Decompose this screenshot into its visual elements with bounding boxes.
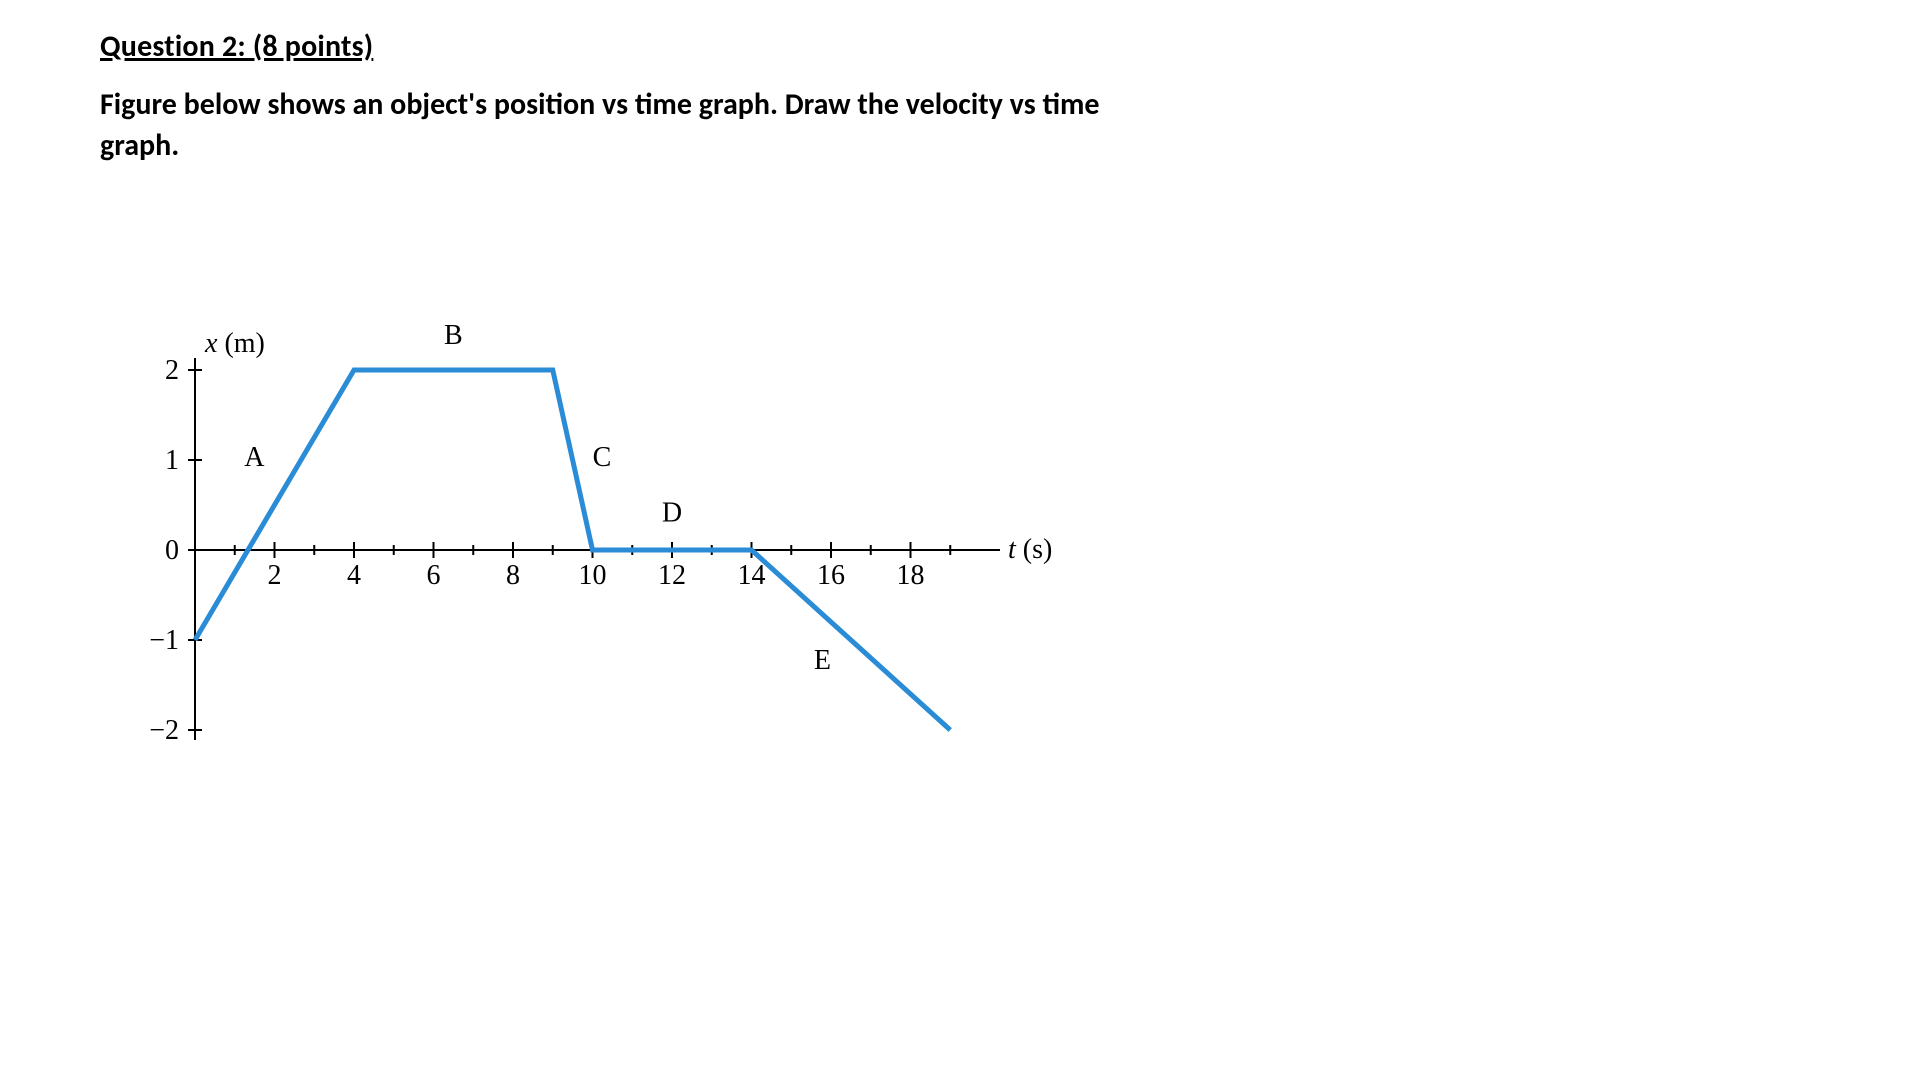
question-body: Figure below shows an object's position … xyxy=(100,85,1100,166)
y-tick-label: −2 xyxy=(149,715,179,746)
x-axis-title: t (s) xyxy=(1008,534,1052,565)
x-tick-label: 2 xyxy=(268,560,282,591)
segment-label-e: E xyxy=(814,645,831,676)
y-tick-label: −1 xyxy=(149,625,179,656)
question-heading: Question 2: (8 points) xyxy=(100,28,1828,65)
chart-svg: 24681012141618−2−1012x (m)t (s)ABCDE xyxy=(120,340,1020,760)
segment-label-d: D xyxy=(662,498,682,529)
position-vs-time-chart: 24681012141618−2−1012x (m)t (s)ABCDE xyxy=(120,340,1020,760)
segment-label-a: A xyxy=(244,442,265,473)
x-tick-label: 18 xyxy=(897,560,925,591)
x-tick-label: 12 xyxy=(658,560,686,591)
x-tick-label: 8 xyxy=(506,560,520,591)
x-tick-label: 4 xyxy=(347,560,361,591)
y-tick-label: 1 xyxy=(165,445,179,476)
segment-label-b: B xyxy=(444,320,463,351)
x-tick-label: 14 xyxy=(738,560,766,591)
segment-label-c: C xyxy=(593,442,612,473)
x-tick-label: 6 xyxy=(427,560,441,591)
x-tick-label: 10 xyxy=(579,560,607,591)
x-tick-label: 16 xyxy=(817,560,845,591)
y-tick-label: 2 xyxy=(165,355,179,386)
y-axis-title: x (m) xyxy=(204,328,265,359)
y-tick-label: 0 xyxy=(165,535,179,566)
